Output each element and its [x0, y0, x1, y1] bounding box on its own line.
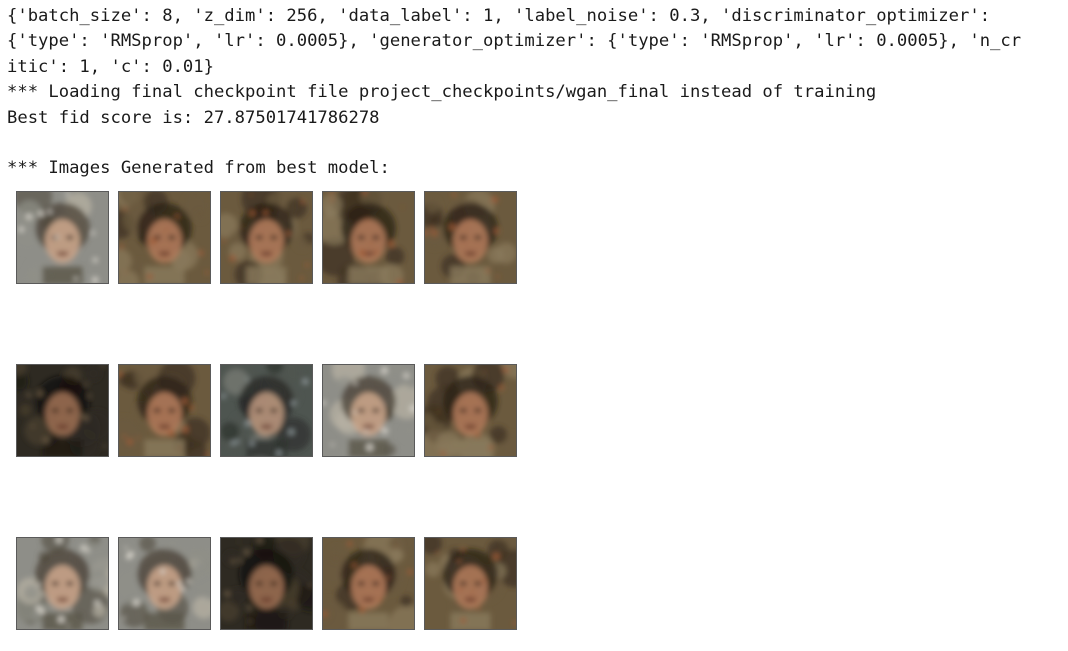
generated-image — [118, 191, 211, 284]
generated-image — [322, 537, 415, 630]
generated-image — [424, 191, 517, 284]
generated-image — [16, 364, 109, 457]
fid-score-text: Best fid score is: 27.87501741786278 — [7, 107, 380, 128]
generated-image — [16, 537, 109, 630]
generated-image — [220, 364, 313, 457]
config-text-line-3: itic': 1, 'c': 0.01} — [7, 56, 214, 77]
generated-image — [16, 191, 109, 284]
generated-image — [220, 191, 313, 284]
generated-image — [424, 364, 517, 457]
generated-image — [220, 537, 313, 630]
generated-image — [118, 364, 211, 457]
generated-image — [424, 537, 517, 630]
config-text-line-1: {'batch_size': 8, 'z_dim': 256, 'data_la… — [7, 6, 991, 26]
generated-image — [322, 364, 415, 457]
cell-output: {'batch_size': 8, 'z_dim': 256, 'data_la… — [7, 4, 1062, 182]
generated-image — [118, 537, 211, 630]
config-text-line-2: {'type': 'RMSprop', 'lr': 0.0005}, 'gene… — [7, 31, 1022, 52]
generated-image — [322, 191, 415, 284]
images-heading: *** Images Generated from best model: — [7, 158, 390, 179]
loading-checkpoint-message: *** Loading final checkpoint file projec… — [7, 82, 877, 103]
